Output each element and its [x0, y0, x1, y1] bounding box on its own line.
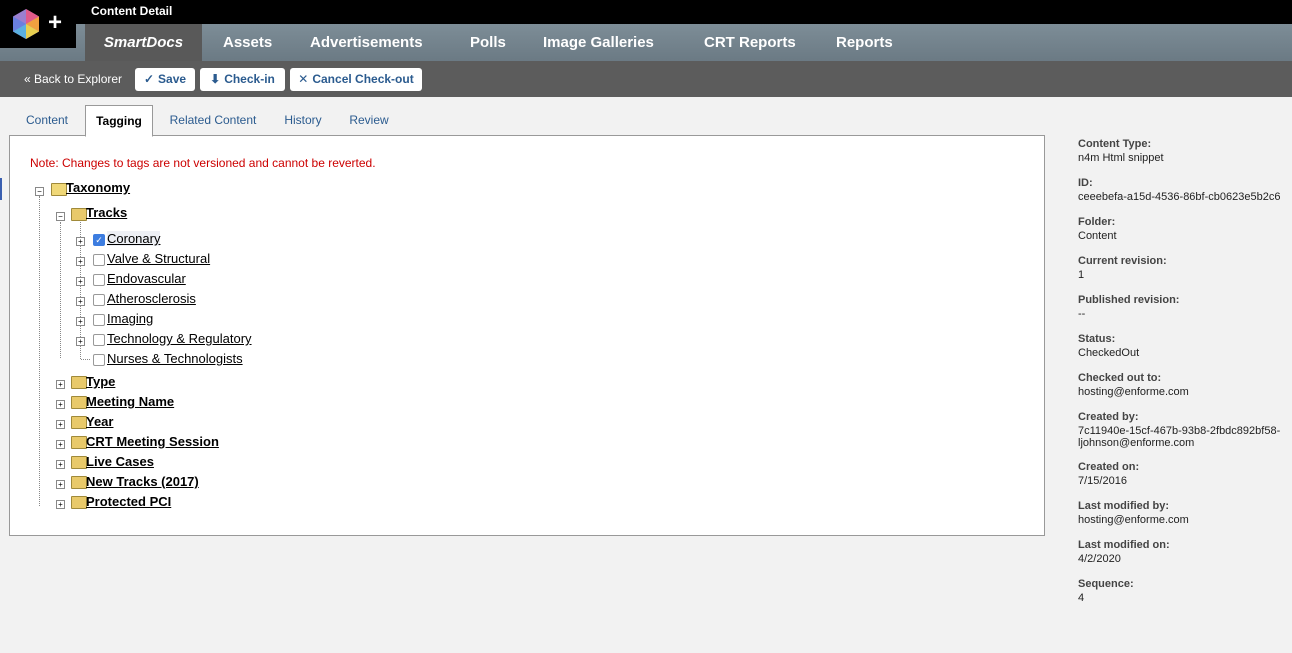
- nav-polls[interactable]: Polls: [470, 24, 506, 61]
- tree-node-live-cases[interactable]: Live Cases: [86, 454, 154, 469]
- taxonomy-folder-icon: [51, 183, 67, 196]
- expand-icon[interactable]: +: [76, 337, 85, 346]
- tree-node-type[interactable]: Type: [86, 374, 115, 389]
- nav-advertisements[interactable]: Advertisements: [310, 24, 423, 61]
- meta-sequence: Sequence: 4: [1078, 578, 1134, 604]
- tree-node-taxonomy[interactable]: Taxonomy: [66, 180, 130, 195]
- collapse-icon[interactable]: −: [35, 187, 44, 196]
- folder-icon: [71, 208, 87, 221]
- expand-icon[interactable]: +: [76, 237, 85, 246]
- meta-published-revision: Published revision: --: [1078, 294, 1180, 320]
- checkbox-technology-regulatory[interactable]: [93, 334, 105, 346]
- window-title: Content Detail: [91, 4, 173, 18]
- meta-checked-out-to: Checked out to: hosting@enforme.com: [1078, 372, 1189, 398]
- close-icon: ✕: [298, 72, 309, 86]
- toolbar: « Back to Explorer ✓ Save ⬇ Check-in ✕ Canc…: [0, 61, 1292, 97]
- title-bar: Content Detail: [0, 0, 1292, 24]
- tree-node-coronary[interactable]: Coronary: [107, 231, 161, 246]
- expand-icon[interactable]: +: [76, 277, 85, 286]
- tree-node-new-tracks-2017[interactable]: New Tracks (2017): [86, 474, 199, 489]
- folder-icon: [71, 416, 87, 429]
- tree-node-year[interactable]: Year: [86, 414, 113, 429]
- checkbox-atherosclerosis[interactable]: [93, 294, 105, 306]
- expand-icon[interactable]: +: [56, 380, 65, 389]
- tree-node-nurses-technologists[interactable]: Nurses & Technologists: [107, 351, 243, 366]
- meta-id: ID: ceeebefa-a15d-4536-86bf-cb0623e5b2c6: [1078, 177, 1281, 203]
- tree-node-meeting-name[interactable]: Meeting Name: [86, 394, 174, 409]
- folder-icon: [71, 436, 87, 449]
- back-to-explorer-link[interactable]: « Back to Explorer: [24, 72, 122, 86]
- expand-icon[interactable]: +: [56, 460, 65, 469]
- expand-icon[interactable]: +: [56, 400, 65, 409]
- logo-hexagon-icon: [13, 9, 39, 39]
- plus-icon: +: [48, 9, 63, 36]
- expand-icon[interactable]: +: [76, 297, 85, 306]
- check-in-button[interactable]: ⬇ Check-in: [200, 68, 285, 91]
- app-logo[interactable]: +: [0, 0, 76, 48]
- expand-icon[interactable]: +: [76, 317, 85, 326]
- meta-status: Status: CheckedOut: [1078, 333, 1140, 359]
- tree-node-atherosclerosis[interactable]: Atherosclerosis: [107, 291, 196, 306]
- folder-icon: [71, 496, 87, 509]
- checkbox-nurses-technologists[interactable]: [93, 354, 105, 366]
- main-nav: SmartDocs Assets Advertisements Polls Im…: [0, 24, 1292, 61]
- tagging-panel: Note: Changes to tags are not versioned …: [9, 135, 1045, 536]
- tree-node-valve-structural[interactable]: Valve & Structural: [107, 251, 210, 266]
- tree-node-technology-regulatory[interactable]: Technology & Regulatory: [107, 331, 252, 346]
- expand-icon[interactable]: +: [56, 500, 65, 509]
- tab-related-content[interactable]: Related Content: [162, 105, 264, 135]
- meta-content-type: Content Type: n4m Html snippet: [1078, 138, 1164, 164]
- expand-icon[interactable]: +: [56, 480, 65, 489]
- cancel-checkout-button[interactable]: ✕ Cancel Check-out: [290, 68, 422, 91]
- folder-icon: [71, 396, 87, 409]
- tree-node-protected-pci[interactable]: Protected PCI: [86, 494, 171, 509]
- tree-node-tracks[interactable]: Tracks: [86, 205, 127, 220]
- tab-tagging[interactable]: Tagging: [85, 105, 153, 137]
- nav-image-galleries[interactable]: Image Galleries: [543, 24, 654, 61]
- meta-folder: Folder: Content: [1078, 216, 1117, 242]
- checkbox-coronary[interactable]: ✓: [93, 234, 105, 246]
- nav-crt-reports[interactable]: CRT Reports: [704, 24, 796, 61]
- checkbox-valve-structural[interactable]: [93, 254, 105, 266]
- checkmark-icon: ✓: [143, 72, 155, 86]
- folder-icon: [71, 456, 87, 469]
- collapse-icon[interactable]: −: [56, 212, 65, 221]
- checkbox-endovascular[interactable]: [93, 274, 105, 286]
- meta-created-by: Created by: 7c11940e-15cf-467b-93b8-2fbd…: [1078, 411, 1281, 449]
- folder-icon: [71, 376, 87, 389]
- expand-icon[interactable]: +: [56, 420, 65, 429]
- tab-content[interactable]: Content: [14, 105, 80, 135]
- nav-assets[interactable]: Assets: [223, 24, 272, 61]
- expand-icon[interactable]: +: [76, 257, 85, 266]
- expand-icon[interactable]: +: [56, 440, 65, 449]
- left-edge-marker: [0, 178, 2, 200]
- nav-reports[interactable]: Reports: [836, 24, 893, 61]
- save-button[interactable]: ✓ Save: [135, 68, 195, 91]
- meta-current-revision: Current revision: 1: [1078, 255, 1167, 281]
- meta-last-modified-on: Last modified on: 4/2/2020: [1078, 539, 1170, 565]
- meta-created-on: Created on: 7/15/2016: [1078, 461, 1140, 487]
- folder-icon: [71, 476, 87, 489]
- tree-node-endovascular[interactable]: Endovascular: [107, 271, 186, 286]
- meta-last-modified-by: Last modified by: hosting@enforme.com: [1078, 500, 1189, 526]
- arrow-down-icon: ⬇: [210, 72, 221, 86]
- tree-node-imaging[interactable]: Imaging: [107, 311, 153, 326]
- checkbox-imaging[interactable]: [93, 314, 105, 326]
- tab-review[interactable]: Review: [343, 105, 395, 135]
- tagging-note: Note: Changes to tags are not versioned …: [30, 156, 376, 170]
- nav-smartdocs[interactable]: SmartDocs: [85, 24, 202, 61]
- tree-node-crt-meeting-session[interactable]: CRT Meeting Session: [86, 434, 219, 449]
- tab-history[interactable]: History: [278, 105, 328, 135]
